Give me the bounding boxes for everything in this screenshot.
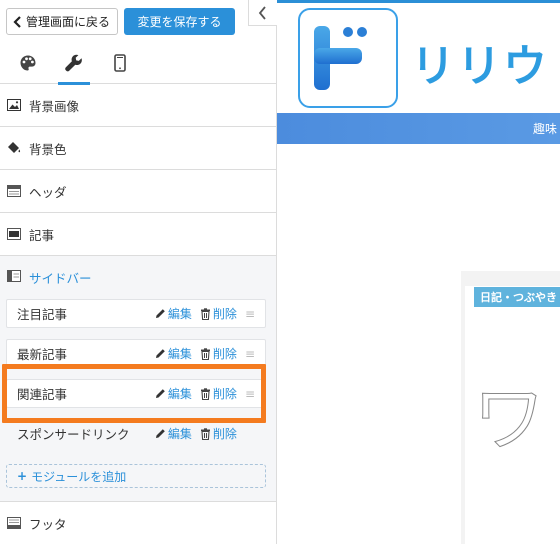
layout-header-icon bbox=[7, 184, 21, 198]
article-heading: ワ bbox=[472, 377, 546, 462]
module-name: 関連記事 bbox=[17, 387, 68, 402]
site-nav-bar: 趣味 bbox=[277, 113, 560, 144]
back-to-admin-label: 管理画面に戻る bbox=[26, 15, 111, 29]
section-header[interactable]: ヘッダ bbox=[0, 170, 276, 213]
module-delete-label: 削除 bbox=[212, 347, 237, 361]
section-label: サイドバー bbox=[29, 271, 92, 286]
nav-item[interactable]: 趣味 bbox=[533, 120, 557, 137]
module-delete-button[interactable]: 削除 bbox=[200, 305, 237, 322]
add-module-label: モジュールを追加 bbox=[31, 469, 127, 484]
site-preview: リリウ 趣味 日記・つぶやき ワ bbox=[277, 0, 560, 544]
module-edit-label: 編集 bbox=[167, 427, 192, 441]
module-delete-label: 削除 bbox=[212, 387, 237, 401]
add-module-button[interactable]: + モジュールを追加 bbox=[6, 464, 266, 488]
sidebar-section-header[interactable]: サイドバー bbox=[0, 256, 276, 299]
trash-icon bbox=[200, 387, 210, 400]
layout-article-icon bbox=[7, 227, 21, 241]
device-tabs bbox=[0, 42, 276, 85]
section-label: 背景画像 bbox=[29, 98, 80, 114]
module-edit-label: 編集 bbox=[167, 387, 192, 401]
module-item[interactable]: スポンサードリンク 編集 削除 ≡ bbox=[6, 419, 266, 448]
section-label: 記事 bbox=[29, 227, 55, 243]
module-delete-button[interactable]: 削除 bbox=[200, 425, 237, 442]
paint-bucket-icon bbox=[7, 141, 21, 155]
back-to-admin-button[interactable]: 管理画面に戻る bbox=[6, 8, 118, 35]
category-tag[interactable]: 日記・つぶやき bbox=[474, 287, 560, 307]
collapse-panel-button[interactable] bbox=[248, 0, 277, 26]
chevron-left-icon bbox=[13, 15, 21, 28]
module-item[interactable]: 最新記事 編集 削除 ≡ bbox=[6, 339, 266, 368]
module-edit-button[interactable]: 編集 bbox=[155, 385, 192, 402]
logo-mark-icon bbox=[314, 26, 367, 90]
module-name: 最新記事 bbox=[17, 347, 68, 362]
site-title: リリウ bbox=[411, 41, 549, 92]
module-delete-button[interactable]: 削除 bbox=[200, 345, 237, 362]
section-label: 背景色 bbox=[29, 141, 67, 157]
module-edit-label: 編集 bbox=[167, 307, 192, 321]
module-delete-button[interactable]: 削除 bbox=[200, 385, 237, 402]
preview-top-bar bbox=[277, 0, 560, 3]
tab-mobile[interactable] bbox=[100, 42, 140, 84]
pencil-icon bbox=[155, 349, 165, 358]
save-changes-button[interactable]: 変更を保存する bbox=[124, 8, 235, 35]
site-logo[interactable] bbox=[298, 8, 398, 108]
module-delete-label: 削除 bbox=[212, 427, 237, 441]
section-background-color[interactable]: 背景色 bbox=[0, 127, 276, 170]
tab-layout[interactable] bbox=[54, 42, 94, 85]
image-icon bbox=[7, 98, 21, 112]
wrench-icon bbox=[65, 54, 82, 72]
section-label: フッタ bbox=[29, 516, 67, 532]
module-item[interactable]: 関連記事 編集 削除 ≡ bbox=[6, 379, 266, 408]
trash-icon bbox=[200, 427, 210, 440]
section-label: ヘッダ bbox=[29, 184, 67, 200]
section-footer[interactable]: フッタ bbox=[0, 502, 276, 544]
pencil-icon bbox=[155, 389, 165, 398]
module-name: 注目記事 bbox=[17, 307, 68, 322]
module-delete-label: 削除 bbox=[212, 307, 237, 321]
save-changes-label: 変更を保存する bbox=[137, 15, 222, 29]
trash-icon bbox=[200, 347, 210, 360]
palette-icon bbox=[20, 55, 36, 71]
section-article[interactable]: 記事 bbox=[0, 213, 276, 256]
pencil-icon bbox=[155, 309, 165, 318]
plus-icon: + bbox=[17, 469, 28, 483]
module-edit-button[interactable]: 編集 bbox=[155, 425, 192, 442]
module-edit-button[interactable]: 編集 bbox=[155, 305, 192, 322]
module-item[interactable]: 注目記事 編集 削除 ≡ bbox=[6, 299, 266, 328]
section-background-image[interactable]: 背景画像 bbox=[0, 84, 276, 127]
customizer-header: 管理画面に戻る 変更を保存する bbox=[0, 0, 277, 42]
drag-handle-icon[interactable]: ≡ bbox=[245, 307, 255, 321]
pencil-icon bbox=[155, 429, 165, 438]
tab-design[interactable] bbox=[8, 42, 48, 84]
module-edit-label: 編集 bbox=[167, 347, 192, 361]
chevron-left-icon bbox=[258, 5, 266, 20]
module-edit-button[interactable]: 編集 bbox=[155, 345, 192, 362]
trash-icon bbox=[200, 307, 210, 320]
mobile-icon bbox=[114, 54, 126, 72]
layout-sidebar-icon bbox=[7, 270, 21, 285]
layout-footer-icon bbox=[7, 516, 21, 530]
drag-handle-icon[interactable]: ≡ bbox=[245, 347, 255, 361]
customizer-panel: 管理画面に戻る 変更を保存する 背景画像 背景色 ヘッダ 記事 サイドバー 注目… bbox=[0, 0, 277, 544]
section-sidebar: サイドバー 注目記事 編集 削除 ≡ 最新記事 編集 削除 ≡ 関連記事 編集 … bbox=[0, 256, 276, 502]
module-name: スポンサードリンク bbox=[17, 427, 130, 442]
drag-handle-icon[interactable]: ≡ bbox=[245, 387, 255, 401]
